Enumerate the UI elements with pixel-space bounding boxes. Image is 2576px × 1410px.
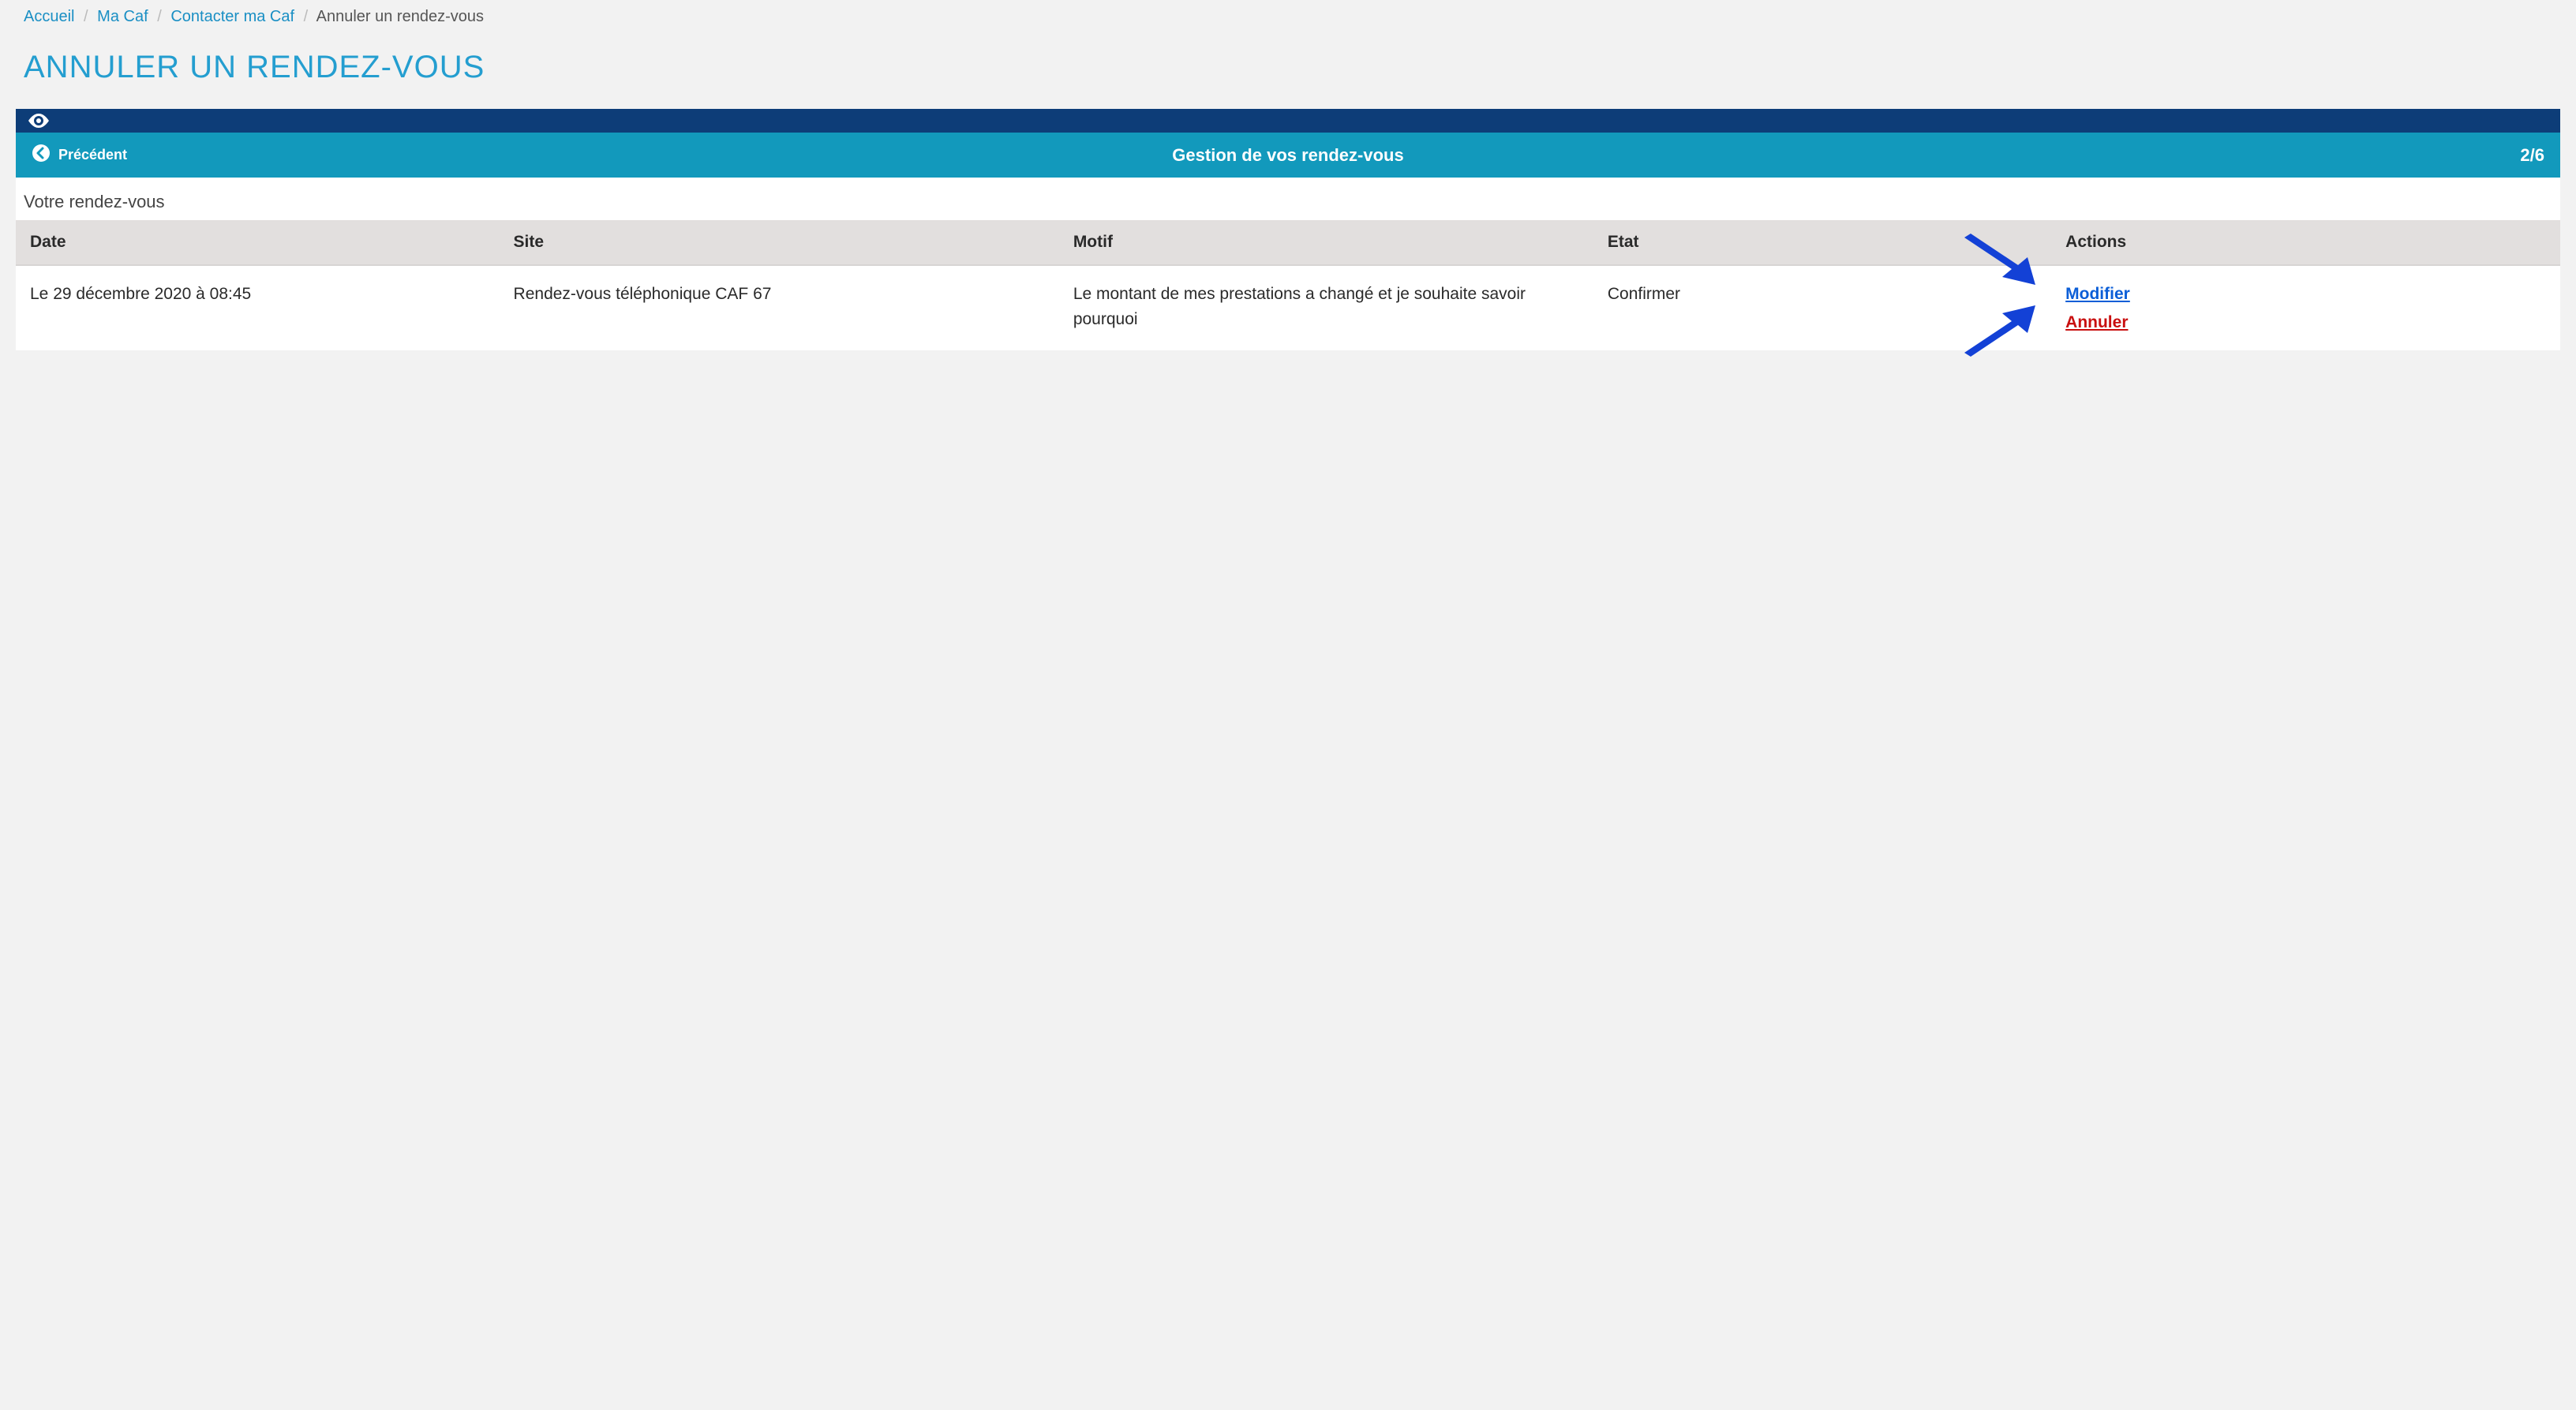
back-button-label: Précédent xyxy=(58,147,127,163)
breadcrumb-link-macaf[interactable]: Ma Caf xyxy=(97,8,148,25)
step-indicator: 2/6 xyxy=(2520,145,2544,166)
table-row: Le 29 décembre 2020 à 08:45 Rendez-vous … xyxy=(16,265,2560,350)
back-arrow-icon xyxy=(32,144,51,166)
cell-actions: Modifier Annuler xyxy=(2051,265,2560,350)
back-button[interactable]: Précédent xyxy=(32,144,127,166)
cell-site: Rendez-vous téléphonique CAF 67 xyxy=(500,265,1059,350)
panel-subheader: Précédent Gestion de vos rendez-vous 2/6 xyxy=(16,133,2560,178)
appointments-table: Date Site Motif Etat Actions Le 29 décem… xyxy=(16,220,2560,350)
col-header-date: Date xyxy=(16,220,500,265)
col-header-site: Site xyxy=(500,220,1059,265)
cancel-link[interactable]: Annuler xyxy=(2065,310,2128,335)
breadcrumb-sep: / xyxy=(84,8,88,25)
panel-top-bar xyxy=(16,109,2560,133)
section-label: Votre rendez-vous xyxy=(16,178,2560,220)
eye-icon[interactable] xyxy=(28,114,49,128)
breadcrumb-link-accueil[interactable]: Accueil xyxy=(24,8,74,25)
breadcrumb-sep: / xyxy=(157,8,162,25)
col-header-etat: Etat xyxy=(1593,220,2051,265)
cell-date: Le 29 décembre 2020 à 08:45 xyxy=(16,265,500,350)
breadcrumb-link-contacter[interactable]: Contacter ma Caf xyxy=(170,8,294,25)
col-header-motif: Motif xyxy=(1059,220,1593,265)
modify-link[interactable]: Modifier xyxy=(2065,282,2130,307)
breadcrumb-sep: / xyxy=(304,8,309,25)
page-title: ANNULER UN RENDEZ-VOUS xyxy=(0,26,2576,109)
subheader-title: Gestion de vos rendez-vous xyxy=(1172,145,1403,166)
main-panel: Précédent Gestion de vos rendez-vous 2/6… xyxy=(16,109,2560,350)
cell-motif: Le montant de mes prestations a changé e… xyxy=(1059,265,1593,350)
breadcrumb: Accueil / Ma Caf / Contacter ma Caf / An… xyxy=(0,0,2576,26)
cell-etat: Confirmer xyxy=(1593,265,2051,350)
breadcrumb-current: Annuler un rendez-vous xyxy=(316,8,484,25)
table-header-row: Date Site Motif Etat Actions xyxy=(16,220,2560,265)
col-header-actions: Actions xyxy=(2051,220,2560,265)
